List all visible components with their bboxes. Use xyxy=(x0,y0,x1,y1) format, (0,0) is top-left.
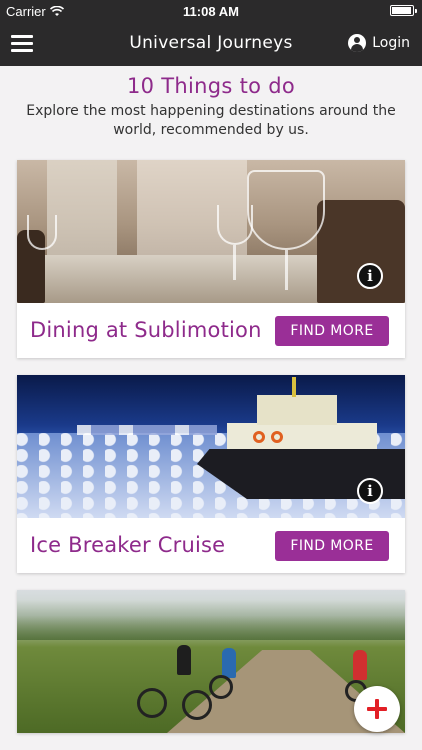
login-button[interactable]: Login xyxy=(348,34,410,52)
card-footer: Dining at Sublimotion FIND MORE xyxy=(17,303,405,358)
login-label: Login xyxy=(372,35,410,51)
find-more-button[interactable]: FIND MORE xyxy=(275,316,389,346)
page-title: 10 Things to do xyxy=(126,74,296,98)
card-title: Dining at Sublimotion xyxy=(30,318,262,342)
destination-card[interactable]: i Ice Breaker Cruise FIND MORE xyxy=(17,375,405,573)
destination-card[interactable]: i Dining at Sublimotion FIND MORE xyxy=(17,160,405,358)
page-header: 10 Things to do Explore the most happeni… xyxy=(0,74,422,140)
battery-icon xyxy=(390,5,417,16)
status-bar: Carrier 11:08 AM xyxy=(0,0,422,22)
destination-card[interactable] xyxy=(17,590,405,733)
card-title: Ice Breaker Cruise xyxy=(30,533,226,557)
cruise-photo: i xyxy=(17,375,405,518)
battery-fill xyxy=(392,7,411,14)
nav-bar: Universal Journeys Login xyxy=(0,22,422,66)
cycling-photo xyxy=(17,590,405,733)
user-circle-icon xyxy=(348,34,367,52)
add-button[interactable] xyxy=(354,686,400,732)
info-icon[interactable]: i xyxy=(357,478,383,504)
info-icon[interactable]: i xyxy=(357,263,383,289)
find-more-button[interactable]: FIND MORE xyxy=(275,531,389,561)
clock: 11:08 AM xyxy=(183,4,239,19)
dining-photo: i xyxy=(17,160,405,303)
page-subtitle: Explore the most happening destinations … xyxy=(26,103,396,138)
card-footer: Ice Breaker Cruise FIND MORE xyxy=(17,518,405,573)
